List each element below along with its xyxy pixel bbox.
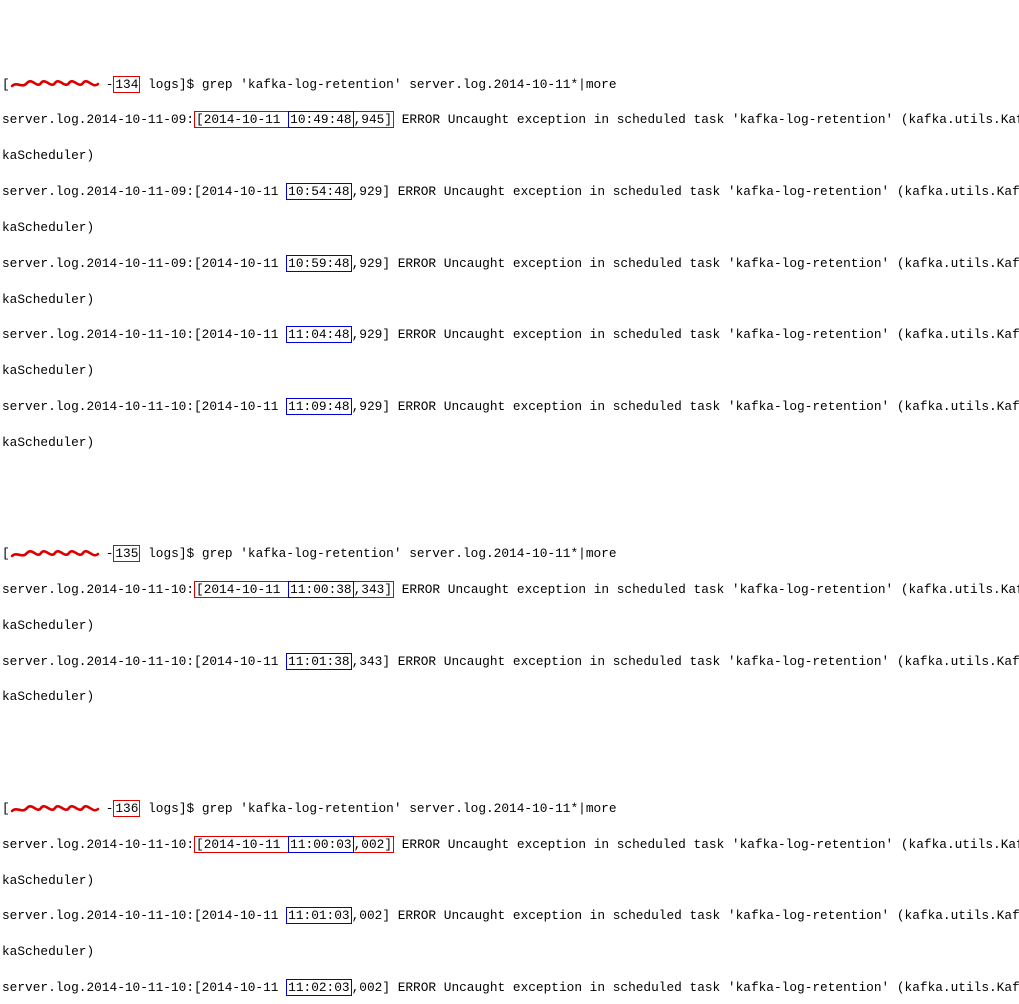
time-col: 11:02:03 xyxy=(286,979,351,996)
prompt-line: [-134 logs]$ grep 'kafka-log-retention' … xyxy=(2,76,1017,94)
time-col: 11:00:38 xyxy=(288,581,353,598)
prompt-line: [-135 logs]$ grep 'kafka-log-retention' … xyxy=(2,545,1017,563)
time-col: 11:09:48 xyxy=(286,398,351,415)
redacted-host-icon xyxy=(10,77,106,91)
log-line: server.log.2014-10-11-10:[2014-10-11 11:… xyxy=(2,653,1017,671)
host-number: 136 xyxy=(113,800,140,817)
log-wrap: kaScheduler) xyxy=(2,872,1017,890)
log-wrap: kaScheduler) xyxy=(2,434,1017,452)
log-group-135: [-135 logs]$ grep 'kafka-log-retention' … xyxy=(2,527,1017,724)
log-wrap: kaScheduler) xyxy=(2,688,1017,706)
redacted-host-icon xyxy=(10,802,106,816)
log-wrap: kaScheduler) xyxy=(2,617,1017,635)
log-line: server.log.2014-10-11-09:[2014-10-11 10:… xyxy=(2,183,1017,201)
time-col: 11:01:03 xyxy=(286,907,351,924)
log-line: server.log.2014-10-11-10:[2014-10-11 11:… xyxy=(2,836,1017,854)
log-line: server.log.2014-10-11-10:[2014-10-11 11:… xyxy=(2,907,1017,925)
log-wrap: kaScheduler) xyxy=(2,362,1017,380)
log-line: server.log.2014-10-11-09:[2014-10-11 10:… xyxy=(2,111,1017,129)
log-group-136: [-136 logs]$ grep 'kafka-log-retention' … xyxy=(2,782,1017,1004)
time-col: 11:01:38 xyxy=(286,653,351,670)
command-text: logs]$ grep 'kafka-log-retention' server… xyxy=(140,801,616,816)
log-wrap: kaScheduler) xyxy=(2,219,1017,237)
command-text: logs]$ grep 'kafka-log-retention' server… xyxy=(140,546,616,561)
log-group-134: [-134 logs]$ grep 'kafka-log-retention' … xyxy=(2,58,1017,470)
time-col: 10:59:48 xyxy=(286,255,351,272)
log-line: server.log.2014-10-11-10:[2014-10-11 11:… xyxy=(2,581,1017,599)
terminal-output: [-134 logs]$ grep 'kafka-log-retention' … xyxy=(0,0,1019,1004)
time-col: 11:04:48 xyxy=(286,326,351,343)
redacted-host-icon xyxy=(10,547,106,561)
prompt-line: [-136 logs]$ grep 'kafka-log-retention' … xyxy=(2,800,1017,818)
command-text: logs]$ grep 'kafka-log-retention' server… xyxy=(140,77,616,92)
log-wrap: kaScheduler) xyxy=(2,943,1017,961)
first-timestamp: [2014-10-11 10:49:48,945] xyxy=(194,111,394,128)
time-col: 10:49:48 xyxy=(288,111,353,128)
log-wrap: kaScheduler) xyxy=(2,291,1017,309)
first-timestamp: [2014-10-11 11:00:03,002] xyxy=(194,836,394,853)
log-line: server.log.2014-10-11-10:[2014-10-11 11:… xyxy=(2,398,1017,416)
log-line: server.log.2014-10-11-10:[2014-10-11 11:… xyxy=(2,979,1017,997)
host-number: 134 xyxy=(113,76,140,93)
log-line: server.log.2014-10-11-09:[2014-10-11 10:… xyxy=(2,255,1017,273)
time-col: 10:54:48 xyxy=(286,183,351,200)
log-line: server.log.2014-10-11-10:[2014-10-11 11:… xyxy=(2,326,1017,344)
first-timestamp: [2014-10-11 11:00:38,343] xyxy=(194,581,394,598)
time-col: 11:00:03 xyxy=(288,836,353,853)
host-number: 135 xyxy=(113,545,140,562)
log-wrap: kaScheduler) xyxy=(2,147,1017,165)
